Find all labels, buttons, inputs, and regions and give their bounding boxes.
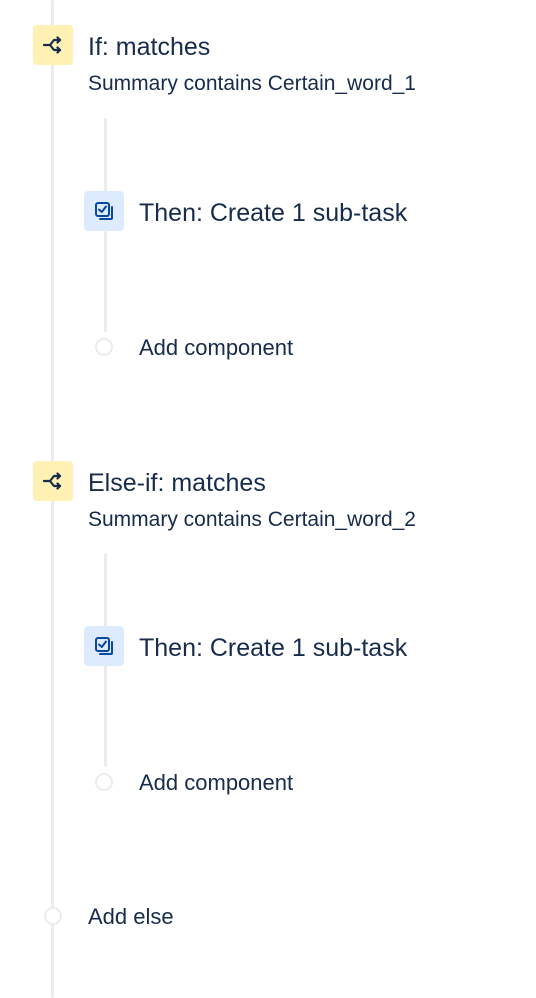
add-else-button[interactable]: Add else	[88, 904, 174, 930]
if-add-component-button[interactable]: Add component	[139, 335, 293, 361]
else-if-add-component-button[interactable]: Add component	[139, 770, 293, 796]
else-if-condition-title: Else-if: matches	[88, 469, 266, 497]
add-else-node	[44, 907, 62, 925]
else-if-condition-summary: Summary contains Certain_word_2	[88, 508, 416, 531]
branch-icon	[33, 25, 73, 65]
if-condition-summary: Summary contains Certain_word_1	[88, 72, 416, 95]
add-component-node	[95, 773, 113, 791]
else-if-action-label: Then: Create 1 sub-task	[139, 634, 408, 662]
if-condition-title: If: matches	[88, 33, 211, 61]
subtask-icon	[84, 191, 124, 231]
if-action-label: Then: Create 1 sub-task	[139, 199, 408, 227]
branch-icon	[33, 461, 73, 501]
add-component-node	[95, 338, 113, 356]
subtask-icon	[84, 626, 124, 666]
